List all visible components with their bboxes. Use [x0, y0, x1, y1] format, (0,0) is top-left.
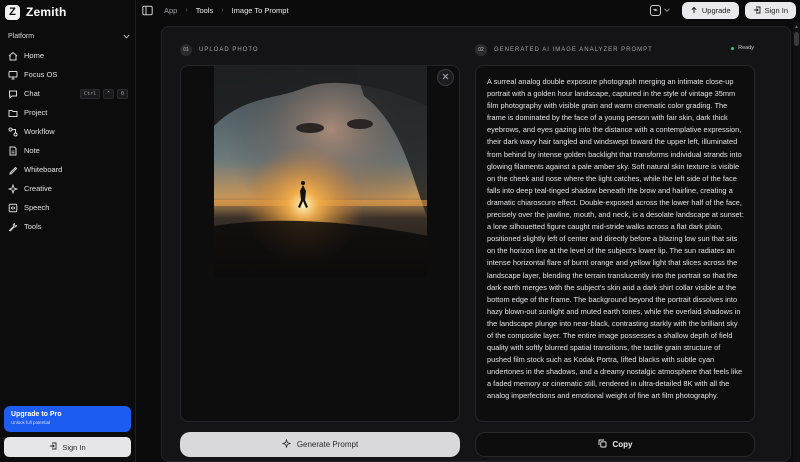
- sidebar-item-label: Project: [24, 108, 48, 117]
- step-number: 01: [180, 44, 192, 56]
- scrollbar-thumb[interactable]: [794, 32, 799, 46]
- chevron-down-icon: [664, 7, 670, 14]
- sidebar-item-tools[interactable]: Tools: [4, 217, 132, 236]
- breadcrumb-current: Image To Prompt: [231, 6, 289, 15]
- sidebar-item-whiteboard[interactable]: Whiteboard: [4, 160, 132, 179]
- image-to-prompt-panel: 01 UPLOAD PHOTO 02 GENERATED AI IMAGE AN…: [161, 26, 791, 462]
- step-label: UPLOAD PHOTO: [199, 47, 259, 53]
- sidebar-item-workflow[interactable]: Workflow: [4, 122, 132, 141]
- shortcut-key: Ctrl: [79, 88, 100, 99]
- output-step-header: 02 GENERATED AI IMAGE ANALYZER PROMPT: [475, 44, 653, 56]
- sidebar-item-creative[interactable]: Creative: [4, 179, 132, 198]
- sparkle-icon: [281, 438, 292, 450]
- sidebar-toggle-icon[interactable]: [142, 5, 153, 16]
- sidebar-item-speech[interactable]: Speech: [4, 198, 132, 217]
- upgrade-to-pro-card[interactable]: Upgrade to Pro Unlock full potential: [4, 406, 131, 432]
- chat-shortcut: Ctrl ^ 0: [79, 88, 128, 99]
- sidebar-item-label: Speech: [24, 203, 50, 212]
- shortcut-key: 0: [116, 88, 128, 99]
- status-text: Ready: [738, 45, 754, 51]
- upload-step-header: 01 UPLOAD PHOTO: [180, 44, 259, 56]
- sidebar-item-label: Tools: [24, 222, 42, 231]
- model-icon: ⌁: [649, 5, 661, 16]
- sidebar-section-header[interactable]: Platform: [8, 32, 130, 41]
- sign-in-icon: [49, 442, 57, 452]
- upgrade-title: Upgrade to Pro: [11, 411, 62, 418]
- step-number: 02: [475, 44, 487, 56]
- upload-dropzone[interactable]: [180, 65, 460, 422]
- breadcrumb-app[interactable]: App: [164, 6, 177, 15]
- generated-prompt-panel: A surreal analog double exposure photogr…: [475, 65, 755, 422]
- sidebar-nav: Home Focus OS Chat Ctrl ^ 0 Project Work…: [4, 46, 132, 236]
- sidebar-item-note[interactable]: Note: [4, 141, 132, 160]
- top-bar-actions: ⌁ Upgrade Sign In: [649, 2, 796, 19]
- sidebar-section-label: Platform: [8, 33, 35, 40]
- copy-label: Copy: [612, 440, 633, 449]
- app-name: Zemith: [26, 5, 67, 19]
- status-badge: Ready: [731, 45, 754, 51]
- copy-icon: [598, 439, 607, 450]
- note-icon: [8, 146, 18, 156]
- sidebar-item-home[interactable]: Home: [4, 46, 132, 65]
- upgrade-subtitle: Unlock full potential: [11, 420, 51, 425]
- sidebar-item-label: Home: [24, 51, 45, 60]
- sidebar-item-label: Note: [24, 146, 40, 155]
- wrench-icon: [8, 222, 18, 232]
- chevron-right-icon: ›: [221, 7, 224, 14]
- sign-in-icon: [753, 6, 761, 16]
- sidebar-item-label: Creative: [24, 184, 52, 193]
- sign-in-label: Sign In: [62, 442, 86, 452]
- sign-in-button[interactable]: Sign In: [744, 2, 796, 19]
- sidebar-item-label: Focus OS: [24, 70, 58, 79]
- sparkle-icon: [8, 183, 18, 194]
- monitor-icon: [8, 70, 18, 80]
- upgrade-label: Upgrade: [701, 6, 731, 15]
- chevron-down-icon[interactable]: [123, 32, 130, 41]
- remove-photo-button[interactable]: [437, 69, 454, 86]
- logo[interactable]: Z Zemith: [5, 4, 67, 20]
- breadcrumb-tools[interactable]: Tools: [196, 6, 214, 15]
- close-icon: [442, 73, 449, 82]
- breadcrumb: App › Tools › Image To Prompt: [164, 6, 289, 15]
- scroll-up-icon[interactable]: ▲: [794, 24, 799, 30]
- step-label: GENERATED AI IMAGE ANALYZER PROMPT: [494, 47, 653, 53]
- top-bar: App › Tools › Image To Prompt ⌁ Upgrade …: [136, 0, 800, 22]
- shortcut-key: ^: [102, 88, 114, 99]
- copy-button[interactable]: Copy: [475, 432, 755, 457]
- whiteboard-icon: [8, 165, 18, 175]
- sidebar-item-focus-os[interactable]: Focus OS: [4, 65, 132, 84]
- sidebar: Z Zemith Platform Home Focus OS Chat Ctr…: [0, 0, 136, 462]
- chat-icon: [8, 89, 18, 99]
- home-icon: [8, 51, 18, 61]
- speech-icon: [8, 203, 18, 213]
- upgrade-button[interactable]: Upgrade: [681, 2, 739, 19]
- sidebar-item-label: Chat: [24, 89, 40, 98]
- scrollbar[interactable]: [793, 22, 800, 462]
- sidebar-item-chat[interactable]: Chat Ctrl ^ 0: [4, 84, 132, 103]
- sidebar-item-label: Workflow: [24, 127, 55, 136]
- generate-label: Generate Prompt: [296, 440, 359, 449]
- logo-mark-icon: Z: [5, 4, 20, 20]
- generate-prompt-button[interactable]: Generate Prompt: [180, 432, 460, 457]
- chevron-right-icon: ›: [185, 7, 188, 14]
- sign-in-label: Sign In: [764, 6, 788, 15]
- upgrade-icon: [690, 6, 698, 16]
- status-dot-icon: [731, 46, 735, 50]
- generated-prompt-text: A surreal analog double exposure photogr…: [487, 77, 744, 401]
- sidebar-item-project[interactable]: Project: [4, 103, 132, 122]
- folder-icon: [8, 108, 18, 118]
- model-selector[interactable]: ⌁: [649, 5, 670, 16]
- workflow-icon: [8, 127, 18, 137]
- uploaded-photo: [214, 66, 427, 277]
- sidebar-item-label: Whiteboard: [24, 165, 63, 174]
- sidebar-sign-in-button[interactable]: Sign In: [4, 437, 131, 457]
